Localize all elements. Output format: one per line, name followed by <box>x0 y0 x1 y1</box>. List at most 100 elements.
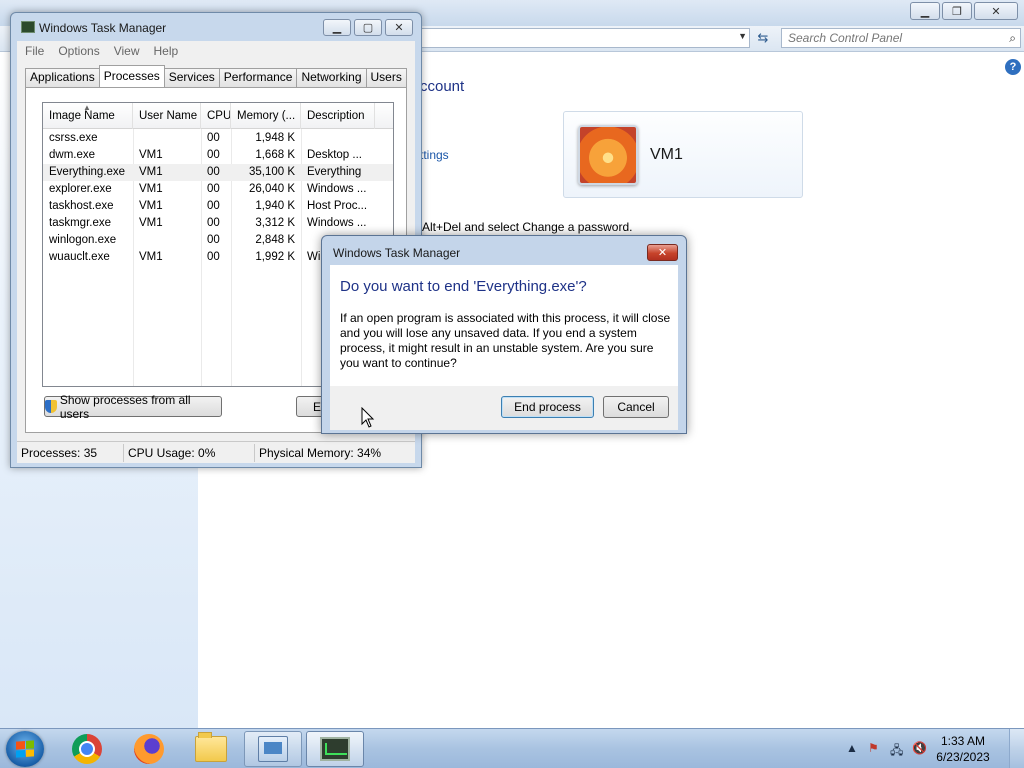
tab-processes[interactable]: Processes <box>98 65 165 87</box>
chevron-down-icon[interactable]: ▼ <box>738 31 747 41</box>
description-cell <box>301 130 375 147</box>
memory-cell: 35,100 K <box>248 166 295 178</box>
close-icon: ✕ <box>657 247 668 259</box>
clock-time[interactable]: 1:33 AM <box>932 734 994 748</box>
minimize-button[interactable]: ▁ <box>910 2 940 20</box>
maximize-button[interactable]: ▢ <box>354 19 382 36</box>
network-icon[interactable]: 🖧 <box>890 741 903 762</box>
search-input[interactable]: Search Control Panel ⌕ <box>781 28 1021 48</box>
cpu-cell: 00 <box>207 132 220 144</box>
search-placeholder: Search Control Panel <box>788 31 903 45</box>
image-name-cell: Everything.exe <box>49 166 126 178</box>
refresh-button[interactable]: ⇆ <box>752 29 774 47</box>
description-cell: Host Proc... <box>307 200 368 212</box>
table-row[interactable]: taskmgr.exe VM1 00 3,312 K Windows ... <box>43 215 393 232</box>
taskbar-firefox[interactable] <box>120 731 178 767</box>
cpu-cell: 00 <box>207 251 220 263</box>
cancel-button[interactable]: Cancel <box>603 396 669 418</box>
dialog-message-line: process, it might result in an unstable … <box>340 341 654 355</box>
taskbar-file-explorer[interactable] <box>182 731 240 767</box>
user-account-card: VM1 <box>563 111 803 198</box>
table-row-selected[interactable]: Everything.exe VM1 00 35,100 K Everythin… <box>43 164 393 181</box>
password-hint-text: Alt+Del and select Change a password. <box>422 220 633 234</box>
show-all-processes-button[interactable]: Show processes from all users <box>44 393 222 421</box>
maximize-button[interactable]: ❐ <box>942 2 972 20</box>
page-heading: ccount <box>420 78 465 95</box>
minimize-icon: ▁ <box>920 5 930 18</box>
column-cpu[interactable]: CPU <box>201 103 231 129</box>
show-hidden-icons-icon[interactable]: ▲ <box>846 741 858 755</box>
user-name: VM1 <box>650 146 683 163</box>
show-all-processes-label: Show processes from all users <box>59 392 191 421</box>
settings-link[interactable]: ttings <box>420 148 449 162</box>
menu-file[interactable]: File <box>25 44 44 58</box>
minimize-button[interactable]: ▁ <box>323 19 351 36</box>
taskbar-chrome[interactable] <box>58 731 116 767</box>
column-user-name[interactable]: User Name <box>133 103 201 129</box>
memory-cell: 26,040 K <box>248 183 295 195</box>
table-row[interactable]: explorer.exe VM1 00 26,040 K Windows ... <box>43 181 393 198</box>
taskbar-task-manager[interactable] <box>306 731 364 767</box>
taskbar: ▲ ⚑ 🖧 🔇 1:33 AM 6/23/2023 <box>0 728 1024 768</box>
tab-performance[interactable]: Performance <box>218 68 298 87</box>
dialog-message-line: and you will lose any unsaved data. If y… <box>340 326 637 340</box>
tab-services[interactable]: Services <box>163 68 220 87</box>
show-desktop-button[interactable] <box>1009 729 1024 768</box>
dialog-message-line: you want to continue? <box>340 356 457 370</box>
dialog-body: Do you want to end 'Everything.exe'? If … <box>330 265 678 386</box>
address-field[interactable]: ▼ <box>420 28 750 48</box>
control-panel-caption-buttons: ▁ ❐ ✕ <box>910 2 1018 20</box>
cpu-cell: 00 <box>207 183 220 195</box>
cpu-cell: 00 <box>207 149 220 161</box>
dialog-close-button[interactable]: ✕ <box>647 244 678 261</box>
windows-logo-icon <box>16 740 34 758</box>
taskbar-control-panel[interactable] <box>244 731 302 767</box>
user-name-cell: VM1 <box>139 217 163 229</box>
memory-cell: 2,848 K <box>255 234 295 246</box>
image-name-cell: explorer.exe <box>49 183 112 195</box>
end-process-confirm-button[interactable]: End process <box>501 396 594 418</box>
tab-strip: Applications Processes Services Performa… <box>25 65 407 87</box>
task-manager-icon <box>320 737 350 761</box>
memory-cell: 1,992 K <box>255 251 295 263</box>
search-icon[interactable]: ⌕ <box>1009 31 1016 46</box>
status-bar: Processes: 35 CPU Usage: 0% Physical Mem… <box>17 441 415 463</box>
description-cell: Everything <box>307 166 362 178</box>
menu-help[interactable]: Help <box>154 44 179 58</box>
table-row[interactable]: taskhost.exe VM1 00 1,940 K Host Proc... <box>43 198 393 215</box>
column-memory[interactable]: Memory (... <box>231 103 301 129</box>
avatar <box>578 125 638 185</box>
description-cell: Windows ... <box>307 217 367 229</box>
dialog-heading: Do you want to end 'Everything.exe'? <box>340 278 587 295</box>
tab-users[interactable]: Users <box>365 68 407 87</box>
table-row[interactable]: csrss.exe 00 1,948 K <box>43 130 393 147</box>
start-button[interactable] <box>6 731 44 767</box>
image-name-cell: dwm.exe <box>49 149 96 161</box>
uac-shield-icon <box>45 400 57 413</box>
user-name-cell: VM1 <box>139 200 163 212</box>
memory-cell: 1,948 K <box>255 132 295 144</box>
image-name-cell: wuauclt.exe <box>49 251 110 263</box>
menu-options[interactable]: Options <box>58 44 99 58</box>
table-row[interactable]: dwm.exe VM1 00 1,668 K Desktop ... <box>43 147 393 164</box>
refresh-icon: ⇆ <box>757 30 769 45</box>
column-description[interactable]: Description <box>301 103 375 129</box>
user-name-cell: VM1 <box>139 251 163 263</box>
close-button[interactable]: ✕ <box>974 2 1018 20</box>
close-button[interactable]: ✕ <box>385 19 413 36</box>
help-icon[interactable]: ? <box>1005 59 1021 75</box>
menu-view[interactable]: View <box>114 44 140 58</box>
column-label: Image Name <box>49 110 115 122</box>
column-image-name[interactable]: ▲ Image Name <box>43 103 133 129</box>
memory-cell: 3,312 K <box>255 217 295 229</box>
dialog-message: If an open program is associated with th… <box>340 311 672 371</box>
user-name-cell: VM1 <box>139 166 163 178</box>
clock-date[interactable]: 6/23/2023 <box>932 750 994 764</box>
action-center-icon[interactable]: ⚑ <box>868 741 879 755</box>
tab-networking[interactable]: Networking <box>296 68 367 87</box>
volume-muted-icon[interactable]: 🔇 <box>912 741 927 755</box>
tab-applications[interactable]: Applications <box>25 68 100 87</box>
window-caption-buttons: ▁ ▢ ✕ <box>323 19 413 36</box>
close-icon: ✕ <box>991 5 1001 18</box>
firefox-icon <box>134 734 164 764</box>
